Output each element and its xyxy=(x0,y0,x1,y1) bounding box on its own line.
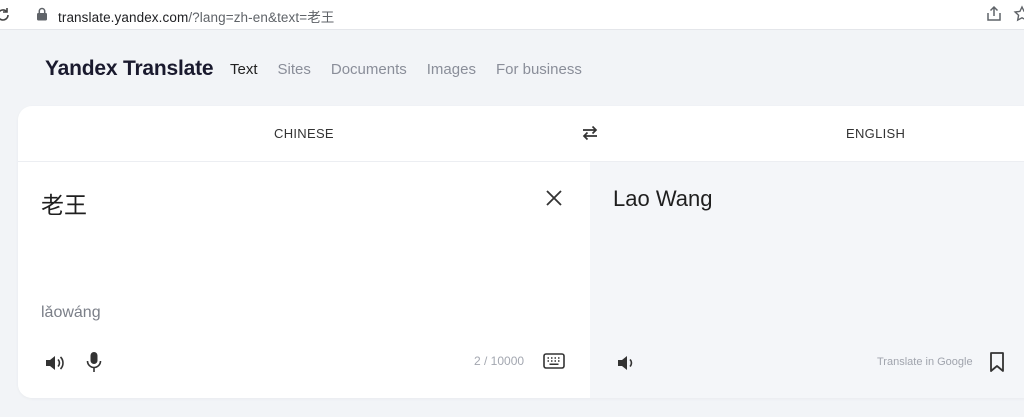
lock-icon[interactable] xyxy=(36,7,48,21)
nav-documents[interactable]: Documents xyxy=(331,61,407,78)
share-icon[interactable] xyxy=(985,5,1003,23)
speaker-icon[interactable] xyxy=(43,352,65,374)
speaker-icon[interactable] xyxy=(615,352,637,374)
reload-icon[interactable] xyxy=(0,6,12,24)
keyboard-icon[interactable] xyxy=(543,353,565,369)
url-path: /?lang=zh-en&text=老王 xyxy=(188,10,335,25)
nav-sites[interactable]: Sites xyxy=(278,61,311,78)
character-counter: 2 / 10000 xyxy=(474,354,525,368)
nav-text[interactable]: Text xyxy=(230,61,258,78)
target-language-select[interactable]: ENGLISH xyxy=(846,126,905,141)
source-pane: 老王 lǎowáng 2 / 10000 xyxy=(18,162,590,398)
main-nav: Text Sites Documents Images For business xyxy=(230,61,602,78)
translate-in-google-link[interactable]: Translate in Google xyxy=(877,356,973,368)
nav-images[interactable]: Images xyxy=(427,61,476,78)
language-bar: CHINESE ENGLISH xyxy=(18,106,1024,162)
bookmark-icon[interactable] xyxy=(989,351,1005,373)
translator-card: CHINESE ENGLISH 老王 lǎowáng 2 / 10000 Lao… xyxy=(18,106,1024,398)
clear-icon[interactable] xyxy=(544,188,564,208)
translation-output: Lao Wang xyxy=(613,186,713,211)
transliteration: lǎowáng xyxy=(41,304,101,321)
microphone-icon[interactable] xyxy=(84,351,104,373)
browser-address-bar: translate.yandex.com/?lang=zh-en&text=老王 xyxy=(0,0,1024,30)
source-text-input[interactable]: 老王 xyxy=(41,186,87,220)
star-icon[interactable] xyxy=(1013,5,1024,23)
url-field[interactable]: translate.yandex.com/?lang=zh-en&text=老王 xyxy=(58,6,334,26)
site-logo[interactable]: Yandex Translate xyxy=(45,57,214,81)
nav-for-business[interactable]: For business xyxy=(496,61,582,78)
site-header: Yandex Translate Text Sites Documents Im… xyxy=(0,30,1024,106)
source-language-select[interactable]: CHINESE xyxy=(274,126,334,141)
swap-languages-icon[interactable] xyxy=(581,124,599,142)
translation-pane: Lao Wang Translate in Google xyxy=(590,162,1024,398)
url-host: translate.yandex.com xyxy=(58,10,189,25)
